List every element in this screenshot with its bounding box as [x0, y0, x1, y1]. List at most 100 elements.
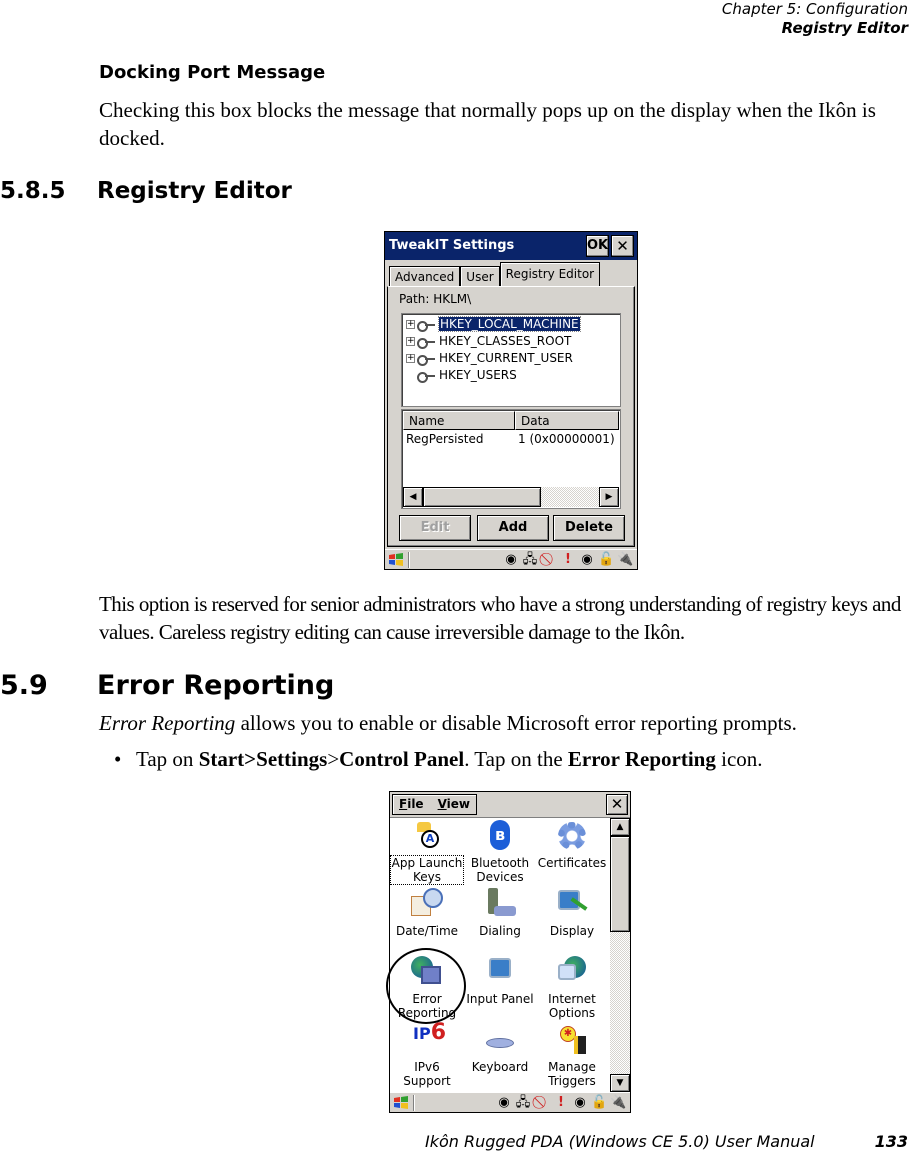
bluetooth-icon: ʙ [484, 820, 516, 852]
menu-group: File View [392, 794, 477, 815]
cp-item-keyboard[interactable]: Keyboard [463, 1024, 537, 1074]
connection-icon[interactable]: 🖧 [515, 1094, 531, 1112]
menu-view[interactable]: View [438, 797, 470, 812]
network-icon[interactable]: ◉ [503, 551, 519, 569]
add-button[interactable]: Add [477, 515, 549, 541]
tree-item-label: HKEY_CLASSES_ROOT [439, 334, 572, 348]
network-icon[interactable]: ◉ [496, 1094, 512, 1112]
lock-icon[interactable]: 🔓 [591, 1094, 607, 1112]
scroll-up-icon[interactable]: ▲ [610, 818, 630, 836]
tweakit-settings-screenshot: TweakIT Settings OK ✕ Advanced User Regi… [384, 231, 638, 570]
cp-item-label: Error Reporting [397, 992, 457, 1020]
registry-editor-paragraph: This option is reserved for senior admin… [99, 592, 901, 644]
connection-icon[interactable]: 🖧 [522, 551, 538, 569]
step-text: icon. [715, 747, 763, 771]
cp-item-label: App Launch Keys [390, 855, 465, 885]
key-icon [417, 320, 435, 332]
menu-bar: File View ✕ [390, 792, 630, 818]
cp-item-input-panel[interactable]: Input Panel [463, 956, 537, 1006]
cp-item-date-time[interactable]: Date/Time [390, 888, 464, 938]
cp-item-app-launch-keys[interactable]: A App Launch Keys [390, 820, 465, 885]
system-tray: ◉ 🖧 ⃠ ! ◉ 🔓 🔌 [496, 1094, 626, 1112]
step-menu-path: Start>Settings [198, 747, 328, 771]
power-plug-icon[interactable]: 🔌 [617, 551, 633, 569]
column-header-name[interactable]: Name [403, 411, 515, 430]
cp-item-label: Display [549, 924, 595, 938]
control-panel-screenshot: File View ✕ A App Launch Keys ʙ Bluetooth… [389, 791, 631, 1113]
docking-port-heading: Docking Port Message [99, 62, 326, 83]
tab-user[interactable]: User [460, 266, 500, 286]
action-buttons: Edit Add Delete [399, 515, 625, 541]
expand-icon[interactable]: + [406, 320, 415, 329]
tree-item[interactable]: HKEY_USERS [406, 367, 517, 384]
list-row[interactable]: RegPersisted 1 (0x00000001) [406, 432, 618, 446]
step-text: . Tap on the [464, 747, 568, 771]
cp-item-dialing[interactable]: Dialing [463, 888, 537, 938]
scroll-down-icon[interactable]: ▼ [610, 1074, 630, 1092]
tree-item[interactable]: + HKEY_CURRENT_USER [406, 350, 573, 367]
date-time-icon [411, 888, 443, 920]
taskbar: ◉ 🖧 ⃠ ! ◉ 🔓 🔌 [390, 1092, 630, 1112]
network-icon[interactable]: ◉ [572, 1094, 588, 1112]
cp-item-display[interactable]: Display [535, 888, 609, 938]
key-icon [417, 354, 435, 366]
scroll-thumb[interactable] [423, 487, 541, 507]
close-button[interactable]: ✕ [606, 794, 628, 815]
section-5-9-heading: 5.9 Error Reporting [0, 670, 334, 701]
intro-text: allows you to enable or disable Microsof… [235, 711, 797, 735]
page-number: 133 [874, 1132, 908, 1151]
tree-item[interactable]: + HKEY_CLASSES_ROOT [406, 333, 571, 350]
menu-file[interactable]: File [399, 797, 424, 812]
taskbar: ◉ 🖧 ⃠ ! ◉ 🔓 🔌 [385, 549, 637, 569]
input-panel-icon [484, 956, 516, 988]
cp-item-error-reporting[interactable]: Error Reporting [390, 956, 464, 1020]
windows-start-icon[interactable] [388, 552, 404, 568]
certificates-icon [556, 820, 588, 852]
tab-strip: Advanced User Registry Editor [389, 262, 601, 286]
values-list[interactable]: Name Data RegPersisted 1 (0x00000001) ◀ … [401, 409, 621, 509]
no-signal-icon[interactable]: ⃠ [534, 1094, 550, 1112]
expand-icon[interactable]: + [406, 354, 415, 363]
cp-item-label: Certificates [537, 856, 607, 870]
title-bar: TweakIT Settings OK ✕ [385, 232, 637, 260]
cp-item-manage-triggers[interactable]: ✱ Manage Triggers [535, 1024, 609, 1088]
cp-item-label: Dialing [479, 924, 521, 938]
scroll-thumb[interactable] [610, 836, 630, 932]
cp-item-bluetooth-devices[interactable]: ʙ Bluetooth Devices [463, 820, 537, 884]
horizontal-scrollbar[interactable]: ◀ ▶ [403, 487, 619, 507]
cp-item-label: Input Panel [466, 992, 534, 1006]
network-icon[interactable]: ◉ [579, 551, 595, 569]
bullet: • [114, 747, 122, 771]
registry-tree[interactable]: + HKEY_LOCAL_MACHINE + HKEY_CLASSES_ROOT +… [401, 313, 621, 407]
column-header-data[interactable]: Data [515, 411, 619, 430]
tab-registry-editor[interactable]: Registry Editor [499, 262, 601, 286]
error-reporting-icon [411, 956, 443, 988]
tree-item[interactable]: + HKEY_LOCAL_MACHINE [406, 316, 581, 333]
delete-button[interactable]: Delete [553, 515, 625, 541]
close-button[interactable]: ✕ [611, 235, 634, 257]
power-plug-icon[interactable]: 🔌 [610, 1094, 626, 1112]
expand-icon[interactable]: + [406, 337, 415, 346]
key-icon [417, 371, 435, 383]
intro-term: Error Reporting [99, 711, 236, 735]
taskbar-separator [408, 552, 410, 568]
edit-button[interactable]: Edit [399, 515, 471, 541]
windows-start-icon[interactable] [393, 1095, 409, 1111]
key-icon [417, 337, 435, 349]
scroll-right-icon[interactable]: ▶ [599, 487, 619, 507]
cp-item-label: Manage Triggers [548, 1060, 596, 1088]
no-signal-icon[interactable]: ⃠ [541, 551, 557, 569]
ok-button[interactable]: OK [586, 235, 609, 257]
alert-icon[interactable]: ! [553, 1094, 569, 1112]
section-title: Registry Editor [97, 178, 292, 204]
lock-icon[interactable]: 🔓 [598, 551, 614, 569]
cp-item-label: Internet Options [548, 992, 596, 1020]
cp-item-ipv6-support[interactable]: IP6 IPv6 Support [390, 1022, 464, 1089]
cp-item-internet-options[interactable]: Internet Options [535, 956, 609, 1020]
scroll-left-icon[interactable]: ◀ [403, 487, 423, 507]
vertical-scrollbar[interactable]: ▲ ▼ [610, 818, 630, 1092]
tab-advanced[interactable]: Advanced [389, 266, 461, 286]
footer-title: Ikôn Rugged PDA (Windows CE 5.0) User Ma… [425, 1132, 815, 1151]
cp-item-certificates[interactable]: Certificates [535, 820, 609, 870]
alert-icon[interactable]: ! [560, 551, 576, 569]
